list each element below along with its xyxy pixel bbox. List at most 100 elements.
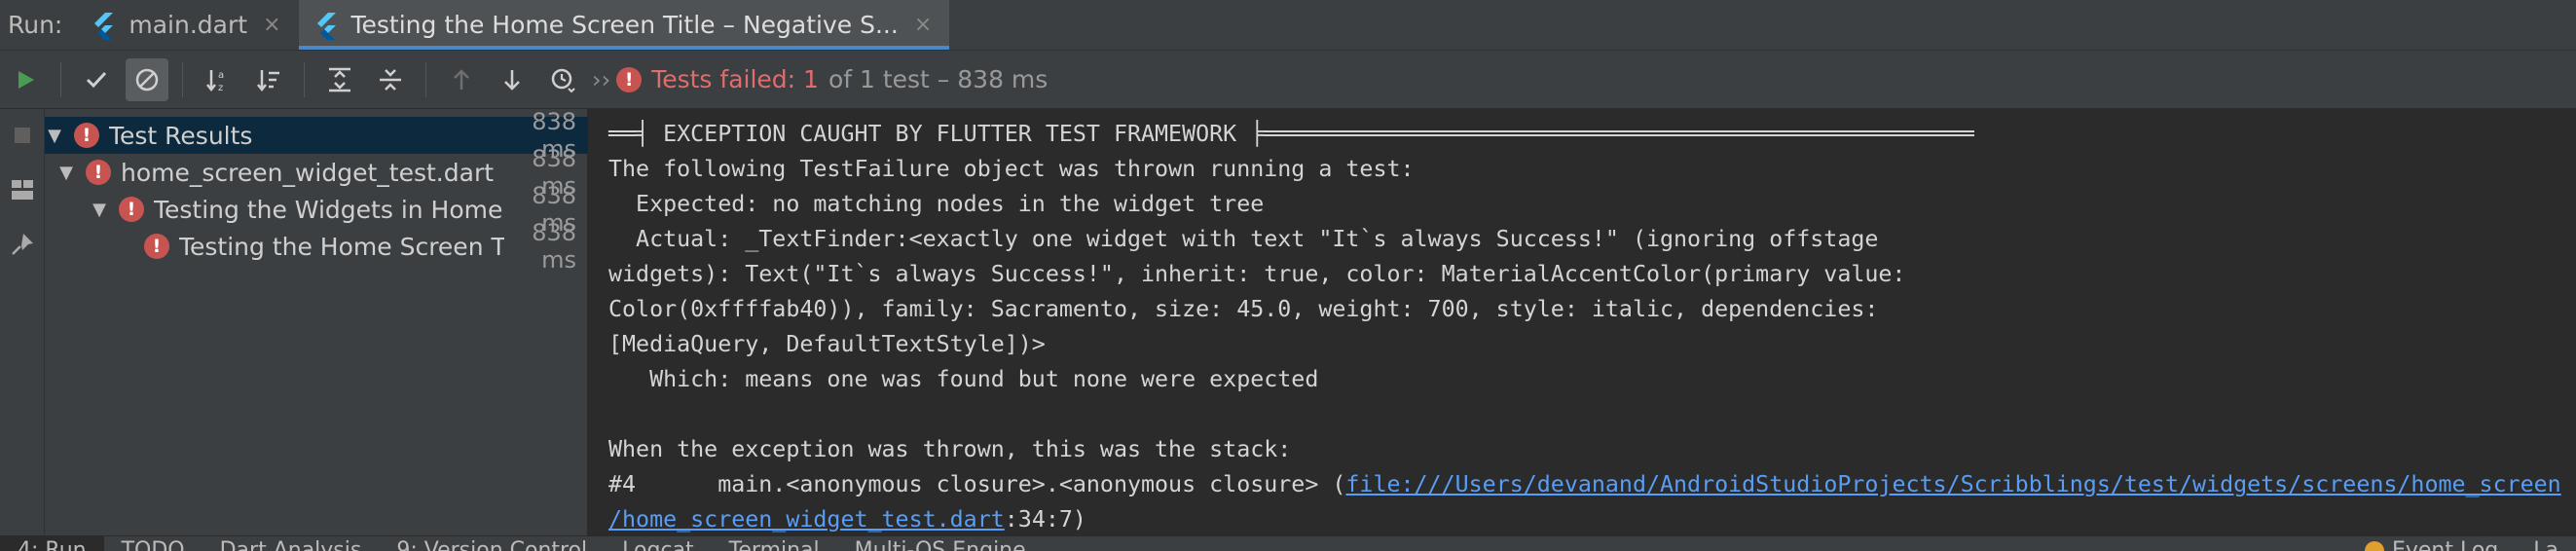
tool-window-bar: 4: Run TODO Dart Analysis 9: Version Con… [0,535,2576,551]
tool-window-label: Event Log [2391,538,2499,551]
expand-all-icon [329,67,350,92]
show-ignored-button[interactable] [126,57,168,101]
tool-window-layout-inspector[interactable]: La [2516,536,2576,551]
tab-label: Testing the Home Screen Title – Negative… [350,11,899,39]
test-console-output[interactable]: ══╡ EXCEPTION CAUGHT BY FLUTTER TEST FRA… [589,109,2576,551]
tab-label: main.dart [129,11,248,39]
expand-all-button[interactable] [318,58,361,101]
stop-button[interactable] [6,119,39,152]
previous-failed-button[interactable] [440,58,483,101]
tool-window-event-log[interactable]: Event Log [2347,536,2516,551]
stack-location-text: :34:7) [1004,506,1086,533]
toolbar-divider [425,61,426,97]
toolbar-divider [60,61,61,97]
collapse-all-icon [380,68,401,91]
console-line: Which: means one was found but none were… [608,366,1319,392]
layout-button[interactable] [6,173,39,206]
test-results-tree: ▼ ! Test Results 838 ms ▼ ! home_screen_… [45,108,588,551]
console-line: [MediaQuery, DefaultTextStyle])> [608,331,1046,357]
run-tab-bar: Run: main.dart × Testing the Home Screen… [0,0,2576,51]
tab-main-dart[interactable]: main.dart × [76,0,298,50]
clock-history-icon [551,68,575,92]
error-icon: ! [616,66,643,92]
tool-window-label: La [2533,538,2558,551]
tests-failed-text: Tests failed: 1 [651,65,819,93]
tool-window-logcat[interactable]: Logcat [605,536,712,551]
tool-window-version-control[interactable]: 9: Version Control [379,536,605,551]
flutter-test-icon [316,12,336,40]
tree-item-label: Testing the Widgets in Home Screen [154,195,504,224]
console-stack-line: /home_screen_widget_test.dart:34:7) [608,502,2576,537]
tool-window-label: TODO [121,538,185,551]
pin-tab-button[interactable] [6,228,39,261]
sort-by-duration-button[interactable] [247,58,290,101]
layout-icon [11,180,33,200]
tree-item-duration: 838 ms [532,219,576,274]
console-stack-line: #4 main.<anonymous closure>.<anonymous c… [608,467,2576,502]
event-log-icon [2364,540,2384,551]
stack-file-link[interactable]: file:///Users/devanand/AndroidStudioProj… [1345,471,2560,497]
tool-window-label: 9: Version Control [396,538,588,551]
run-label: Run: [8,11,63,39]
tree-item-label: Testing the Home Screen Title – Negative… [179,232,504,261]
tests-summary-text: of 1 test – 838 ms [828,65,1049,93]
error-icon: ! [74,123,99,148]
close-icon[interactable]: × [914,13,932,37]
svg-text:z: z [218,83,223,93]
tool-window-label: Multi-OS Engine [854,538,1026,551]
tree-item-test-case[interactable]: ! Testing the Home Screen Title – Negati… [45,219,588,274]
error-icon: ! [119,197,144,222]
svg-text:a: a [218,70,224,81]
console-line: ══╡ EXCEPTION CAUGHT BY FLUTTER TEST FRA… [608,121,1974,147]
ignored-icon [135,68,159,91]
console-line: widgets): Text("It`s always Success!", i… [608,261,1906,287]
stack-frame-text: #4 main.<anonymous closure>.<anonymous c… [608,471,1346,497]
tool-window-run[interactable]: 4: Run [0,536,104,551]
tree-item-label: home_screen_widget_test.dart [121,158,495,187]
rerun-button[interactable] [4,58,47,101]
tool-window-terminal[interactable]: Terminal [712,536,837,551]
sort-alpha-icon: az [206,69,224,93]
test-history-button[interactable] [541,58,584,101]
test-runner-toolbar: az ›› ! Tests failed: 1 of 1 test – 838 … [0,51,2576,109]
next-failed-button[interactable] [491,58,534,101]
expanded-arrow-icon[interactable]: ▼ [45,126,64,146]
console-line: When the exception was thrown, this was … [608,436,1292,462]
tool-window-multi-os-engine[interactable]: Multi-OS Engine [837,536,1044,551]
console-line: Color(0xffffab40)), family: Sacramento, … [608,296,1879,322]
expanded-arrow-icon[interactable]: ▼ [56,163,76,183]
console-line: Expected: no matching nodes in the widge… [608,191,1265,217]
tool-window-todo[interactable]: TODO [104,536,202,551]
tool-window-label: 4: Run [18,538,87,551]
show-passed-button[interactable] [75,58,118,101]
stack-file-link-continued[interactable]: /home_screen_widget_test.dart [608,506,1005,533]
flutter-icon [94,12,114,40]
stop-icon [14,128,30,143]
pin-icon [11,234,33,255]
play-icon [18,70,34,89]
collapse-all-button[interactable] [369,58,412,101]
arrow-up-icon [454,68,469,90]
toolbar-divider [304,61,305,97]
sort-duration-icon [257,69,279,92]
tab-test-run[interactable]: Testing the Home Screen Title – Negative… [298,0,950,50]
console-line: Actual: _TextFinder:<exactly one widget … [608,226,1879,252]
toolbar-overflow-chevron-icon[interactable]: ›› [592,66,610,93]
expanded-arrow-icon[interactable]: ▼ [90,200,109,220]
test-status-summary: ! Tests failed: 1 of 1 test – 838 ms [616,65,1048,93]
arrow-down-icon [504,69,520,91]
checkmark-icon [86,71,107,88]
tool-window-label: Terminal [728,538,820,551]
error-icon: ! [86,160,111,185]
tree-item-label: Test Results [109,121,253,150]
close-icon[interactable]: × [263,13,280,37]
tool-window-label: Dart Analysis [219,538,362,551]
tool-window-label: Logcat [622,538,694,551]
toolbar-divider [182,61,183,97]
sort-alphabetically-button[interactable]: az [197,58,239,101]
console-line: The following TestFailure object was thr… [608,156,1415,182]
run-side-toolbar [0,109,45,551]
error-icon: ! [144,234,169,259]
tool-window-dart-analysis[interactable]: Dart Analysis [202,536,380,551]
